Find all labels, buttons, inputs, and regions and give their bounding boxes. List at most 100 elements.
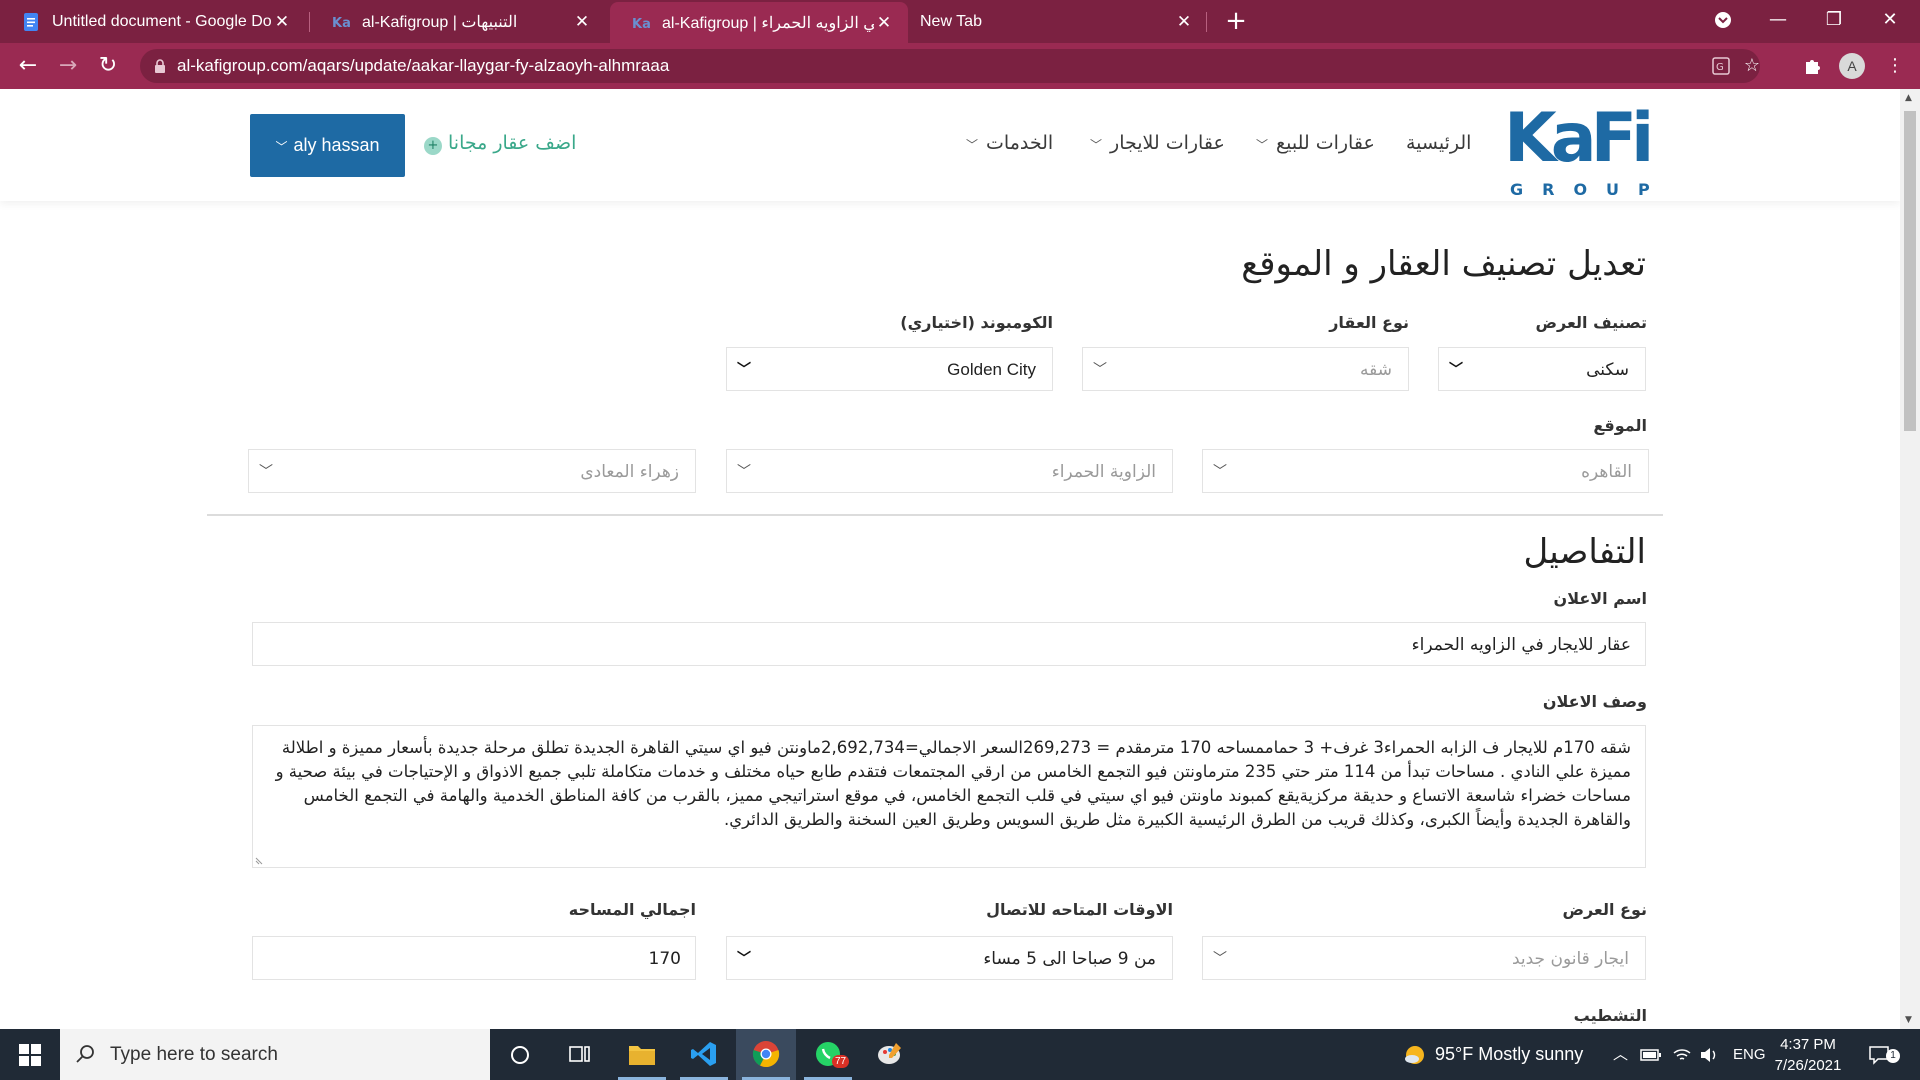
close-window-icon[interactable]: ✕: [1862, 0, 1918, 40]
tab-google-docs[interactable]: Untitled document - Google Doc ✕: [0, 0, 306, 43]
notifications-icon[interactable]: 1: [1868, 1029, 1900, 1080]
area-select[interactable]: زهراء المعادى ﹀: [248, 449, 696, 493]
bookmark-star-icon[interactable]: ☆: [1737, 51, 1767, 81]
nav-for-rent[interactable]: عقارات للايجار ﹀: [1090, 132, 1225, 154]
section-title-details: التفاصيل: [1523, 532, 1646, 572]
url-text: al-kafigroup.com/aqars/update/aakar-llay…: [177, 56, 670, 75]
paint-icon[interactable]: [860, 1029, 920, 1080]
close-tab-icon[interactable]: ✕: [1174, 12, 1194, 32]
chrome-icon[interactable]: [736, 1029, 796, 1080]
add-free-property-link[interactable]: اضف عقار مجانا +: [424, 132, 576, 155]
city-select[interactable]: القاهره ﹀: [1202, 449, 1649, 493]
windows-logo-icon: [19, 1044, 41, 1066]
close-tab-icon[interactable]: ✕: [272, 12, 292, 32]
district-select[interactable]: الزاوية الحمراء ﹀: [726, 449, 1173, 493]
clock-time: 4:37 PM: [1780, 1036, 1836, 1053]
plus-circle-icon: +: [424, 137, 442, 155]
tab-search-icon[interactable]: [1695, 0, 1751, 40]
windows-start-button[interactable]: [0, 1029, 60, 1080]
chevron-down-icon: ﹀: [259, 464, 273, 480]
total-area-value: 170: [648, 949, 681, 969]
nav-services[interactable]: الخدمات ﹀: [966, 132, 1053, 154]
total-area-input[interactable]: 170: [252, 936, 696, 980]
city-value: القاهره: [1581, 462, 1632, 482]
chevron-down-icon: ﹀: [1213, 951, 1227, 967]
taskbar-clock[interactable]: 4:37 PM 7/26/2021: [1758, 1034, 1858, 1076]
area-value: زهراء المعادى: [580, 462, 679, 482]
battery-icon[interactable]: [1640, 1029, 1662, 1080]
reload-icon[interactable]: ↻: [92, 50, 124, 82]
tab-notifications[interactable]: Ka al-Kafigroup | التنبيهات ✕: [310, 0, 606, 43]
offer-category-select[interactable]: سكنى ﹀: [1438, 347, 1646, 391]
scroll-up-icon[interactable]: ▲: [1905, 93, 1912, 103]
chevron-down-icon: ﹀: [1093, 362, 1107, 378]
browser-menu-icon[interactable]: ⋮: [1880, 51, 1910, 81]
wifi-icon[interactable]: [1672, 1029, 1692, 1080]
tab-title: New Tab: [920, 12, 982, 30]
page-content: KaFi GROUP الرئيسية عقارات للبيع ﹀ عقارات…: [0, 89, 1900, 1029]
ad-name-input[interactable]: عقار للايجار في الزاويه الحمراء: [252, 622, 1646, 666]
new-tab-plus-icon[interactable]: +: [1220, 6, 1252, 38]
scroll-down-icon[interactable]: ▼: [1905, 1015, 1912, 1025]
tab-separator: [1206, 12, 1207, 32]
kafi-favicon: Ka: [632, 17, 650, 32]
browser-toolbar: ← → ↻ al-kafigroup.com/aqars/update/aaka…: [0, 43, 1920, 89]
property-type-value: شقه: [1360, 360, 1392, 380]
scrollbar-thumb[interactable]: [1904, 111, 1916, 431]
weather-widget[interactable]: 95°F Mostly sunny: [1403, 1029, 1583, 1080]
clock-date: 7/26/2021: [1774, 1057, 1842, 1074]
tab-edit-property[interactable]: Ka al-Kafigroup | ار في الزاويه الحمراء …: [610, 2, 908, 43]
profile-avatar[interactable]: A: [1839, 53, 1865, 79]
translate-icon[interactable]: G: [1706, 51, 1736, 81]
compound-label: الكومبوند (اختياري): [900, 313, 1053, 332]
nav-for-sale[interactable]: عقارات للبيع ﹀: [1256, 132, 1375, 154]
windows-taskbar: Type here to search 77 95°F Mostly sunny…: [0, 1029, 1920, 1080]
kafi-group-logo[interactable]: KaFi GROUP: [1504, 97, 1650, 197]
whatsapp-unread-badge: 77: [832, 1055, 850, 1068]
property-type-select[interactable]: شقه ﹀: [1082, 347, 1409, 391]
offer-type-label: نوع العرض: [1562, 900, 1647, 919]
compound-select[interactable]: Golden City ﹀: [726, 347, 1053, 391]
ad-description-textarea[interactable]: شقه 170م للايجار ف الزابه الحمراء3 غرف+ …: [252, 725, 1646, 868]
restore-icon[interactable]: ❐: [1806, 0, 1862, 40]
vscode-icon[interactable]: [674, 1029, 734, 1080]
show-hidden-icons-chevron-icon[interactable]: ︿: [1613, 1029, 1628, 1080]
nav-home[interactable]: الرئيسية: [1406, 132, 1471, 154]
contact-times-select[interactable]: من 9 صباحا الى 5 مساء ﹀: [726, 936, 1173, 980]
resize-grip-icon[interactable]: [255, 855, 265, 865]
lock-icon: [155, 59, 165, 73]
compound-value: Golden City: [947, 360, 1036, 379]
ad-name-value: عقار للايجار في الزاويه الحمراء: [1411, 635, 1631, 655]
chevron-down-icon: ﹀: [737, 951, 751, 967]
file-explorer-icon[interactable]: [612, 1029, 672, 1080]
google-docs-icon: [24, 12, 38, 31]
task-view-icon[interactable]: [550, 1029, 610, 1080]
back-icon[interactable]: ←: [12, 50, 44, 82]
close-tab-icon[interactable]: ✕: [572, 12, 592, 32]
add-free-label: اضف عقار مجانا: [448, 132, 577, 154]
user-menu-button[interactable]: ﹀ aly hassan: [250, 114, 405, 177]
tab-new-tab[interactable]: New Tab ✕: [908, 0, 1208, 43]
chevron-down-icon: ﹀: [737, 464, 751, 480]
taskbar-search-box[interactable]: Type here to search: [60, 1029, 490, 1080]
extensions-puzzle-icon[interactable]: [1797, 51, 1827, 81]
chevron-down-icon: ﹀: [1256, 138, 1269, 152]
whatsapp-icon[interactable]: 77: [798, 1029, 858, 1080]
logo-sub: GROUP: [1510, 180, 1650, 197]
ad-description-label: وصف الاعلان: [1542, 692, 1647, 711]
kafi-favicon: Ka: [332, 16, 350, 31]
volume-icon[interactable]: [1700, 1029, 1720, 1080]
ad-description-text: شقه 170م للايجار ف الزابه الحمراء3 غرف+ …: [275, 738, 1631, 829]
svg-text:Ka: Ka: [632, 17, 650, 32]
offer-category-value: سكنى: [1586, 360, 1629, 380]
forward-icon[interactable]: →: [52, 50, 84, 82]
minimize-icon[interactable]: —: [1750, 0, 1806, 40]
chevron-down-icon: ﹀: [1090, 138, 1103, 152]
offer-type-select[interactable]: ايجار قانون جديد ﹀: [1202, 936, 1646, 980]
close-tab-icon[interactable]: ✕: [874, 13, 894, 33]
tab-title: Untitled document - Google Doc: [52, 12, 272, 30]
address-bar[interactable]: al-kafigroup.com/aqars/update/aakar-llay…: [140, 49, 1760, 83]
page-scrollbar[interactable]: ▲ ▼: [1900, 89, 1920, 1029]
svg-text:G: G: [1716, 62, 1724, 73]
cortana-icon[interactable]: [490, 1029, 550, 1080]
